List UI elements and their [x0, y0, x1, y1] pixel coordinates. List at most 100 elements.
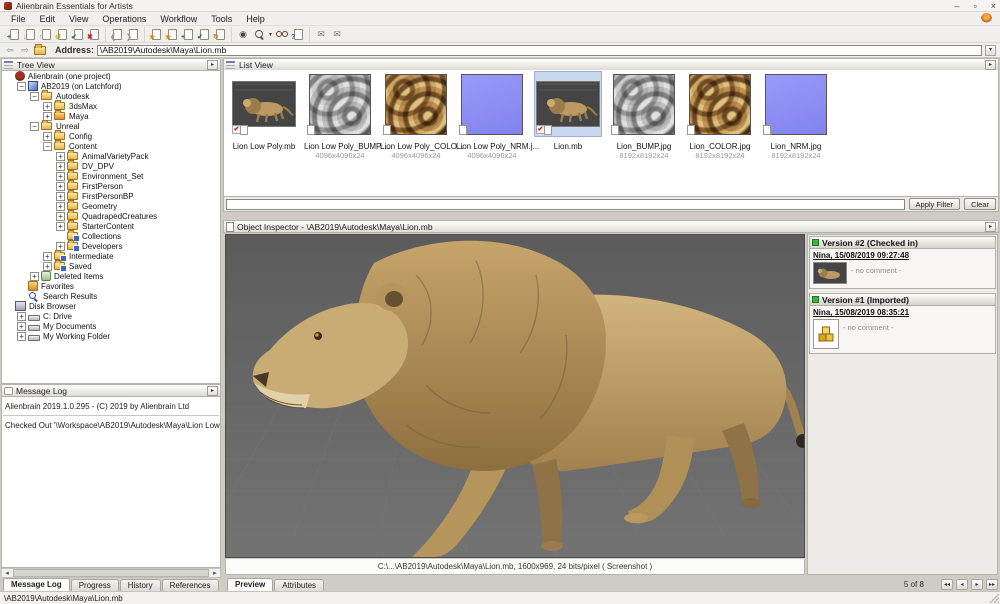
expander-icon[interactable]: +	[56, 202, 65, 211]
back-icon[interactable]: ⇦	[4, 45, 16, 56]
check-out-icon[interactable]: ↓	[22, 27, 38, 41]
tree-item-maya[interactable]: +Maya	[4, 111, 220, 121]
expander-icon[interactable]: +	[17, 332, 26, 341]
thumbnail-box[interactable]	[307, 72, 373, 136]
tab-attributes[interactable]: Attributes	[274, 579, 324, 591]
verify-file-icon[interactable]: ✔	[196, 27, 212, 41]
expander-icon[interactable]: +	[30, 272, 39, 281]
filter-input[interactable]	[226, 199, 905, 210]
menu-workflow[interactable]: Workflow	[153, 13, 204, 25]
list-view-menu-button[interactable]: ▸	[985, 60, 996, 70]
send-mail-icon[interactable]: ✉	[313, 27, 329, 41]
menu-file[interactable]: File	[4, 13, 33, 25]
menu-help[interactable]: Help	[239, 13, 272, 25]
undo-check-out-icon[interactable]: ↺	[54, 27, 70, 41]
tree-item-environment-set[interactable]: +Environment_Set	[4, 171, 220, 181]
zoom-magnifier-icon[interactable]	[251, 27, 267, 41]
expander-icon[interactable]: +	[56, 162, 65, 171]
list-item-lion-low-poly-nrm-j-[interactable]: Lion Low Poly_NRM.j...4096x4096x24	[456, 72, 528, 160]
menu-view[interactable]: View	[62, 13, 95, 25]
tree-item-deleted-items[interactable]: +Deleted Items	[4, 271, 220, 281]
scroll-left-icon[interactable]: ◂	[2, 569, 12, 577]
tree-item-ab2019-on-latchford-[interactable]: −AB2019 (on Latchford)	[4, 81, 220, 91]
add-favorite-icon[interactable]: ★	[148, 27, 164, 41]
tree-view-menu-button[interactable]: ▸	[207, 60, 218, 70]
thumbnail-box[interactable]	[687, 72, 753, 136]
tree-item-dv-dpv[interactable]: +DV_DPV	[4, 161, 220, 171]
tree-item-c-drive[interactable]: +C: Drive	[4, 311, 220, 321]
tree-item-my-documents[interactable]: +My Documents	[4, 321, 220, 331]
expander-icon[interactable]: +	[56, 212, 65, 221]
expander-icon[interactable]: −	[30, 92, 39, 101]
expander-icon[interactable]: +	[56, 192, 65, 201]
list-item-lion-bump-jpg[interactable]: Lion_BUMP.jpg8192x8192x24	[608, 72, 680, 160]
expander-icon[interactable]: +	[43, 262, 52, 271]
tree-item-autodesk[interactable]: −Autodesk	[4, 91, 220, 101]
last-version-button[interactable]: ▸▸	[986, 579, 998, 590]
log-horizontal-scrollbar[interactable]: ◂ ▸	[1, 568, 221, 578]
close-button[interactable]: ×	[991, 1, 996, 11]
expander-icon[interactable]: +	[43, 252, 52, 261]
address-input[interactable]	[97, 45, 982, 56]
expander-icon[interactable]: −	[43, 142, 52, 151]
tree-item-saved[interactable]: +Saved	[4, 261, 220, 271]
version-card-1[interactable]: Version #1 (Imported)Nina, 15/08/2019 08…	[809, 293, 996, 354]
expander-icon[interactable]: +	[43, 132, 52, 141]
expander-icon[interactable]: +	[17, 322, 26, 331]
tree-item-search-results[interactable]: Search Results	[4, 291, 220, 301]
thumbnail-box[interactable]: ✔	[535, 72, 601, 136]
tab-message-log[interactable]: Message Log	[3, 578, 70, 591]
tree-item-disk-browser[interactable]: Disk Browser	[4, 301, 220, 311]
tree-item-geometry[interactable]: +Geometry	[4, 201, 220, 211]
tree-item-alienbrain-one-project-[interactable]: Alienbrain (one project)	[4, 71, 220, 81]
preview-eye-icon[interactable]: ◉	[235, 27, 251, 41]
list-item-lion-nrm-jpg[interactable]: Lion_NRM.jpg8192x8192x24	[760, 72, 832, 160]
up-folder-icon[interactable]	[34, 46, 46, 55]
first-version-button[interactable]: ◂◂	[941, 579, 953, 590]
clear-filter-button[interactable]: Clear	[964, 198, 996, 210]
tree-item-firstpersonbp[interactable]: +FirstPersonBP	[4, 191, 220, 201]
tree-item-my-working-folder[interactable]: +My Working Folder	[4, 331, 220, 341]
previous-version-button[interactable]: ◂	[956, 579, 968, 590]
tab-progress[interactable]: Progress	[71, 579, 119, 591]
edit-file-icon[interactable]: +	[180, 27, 196, 41]
tree-item-firstperson[interactable]: +FirstPerson	[4, 181, 220, 191]
tab-preview[interactable]: Preview	[227, 578, 273, 591]
forward-icon[interactable]: ⇨	[19, 45, 31, 56]
tree-item-collections[interactable]: Collections	[4, 231, 220, 241]
menu-edit[interactable]: Edit	[33, 13, 63, 25]
next-version-button[interactable]: ▸	[971, 579, 983, 590]
version-card-2[interactable]: Version #2 (Checked in)Nina, 15/08/2019 …	[809, 236, 996, 289]
refresh-icon[interactable]: ↻	[212, 27, 228, 41]
list-item-lion-low-poly-mb[interactable]: ✔Lion Low Poly.mb	[228, 72, 300, 151]
expander-icon[interactable]: −	[30, 122, 39, 131]
list-item-lion-low-poly-colo-[interactable]: Lion Low Poly_COLO...4096x4096x24	[380, 72, 452, 160]
maximize-button[interactable]: ▫	[974, 1, 977, 11]
list-item-lion-mb[interactable]: ✔Lion.mb	[532, 72, 604, 151]
menu-tools[interactable]: Tools	[204, 13, 239, 25]
resize-grip[interactable]	[989, 593, 999, 603]
tree-item-content[interactable]: −Content	[4, 141, 220, 151]
list-item-lion-color-jpg[interactable]: Lion_COLOR.jpg8192x8192x24	[684, 72, 756, 160]
help-icon[interactable]: ?	[290, 27, 306, 41]
get-latest-icon[interactable]: ✔	[70, 27, 86, 41]
thumbnail-box[interactable]	[763, 72, 829, 136]
tree-item-unreal[interactable]: −Unreal	[4, 121, 220, 131]
expander-icon[interactable]: +	[17, 312, 26, 321]
expander-icon[interactable]: −	[17, 82, 26, 91]
menu-operations[interactable]: Operations	[95, 13, 153, 25]
scroll-right-icon[interactable]: ▸	[210, 569, 220, 577]
tab-references[interactable]: References	[162, 579, 219, 591]
tree-item-3dsmax[interactable]: +3dsMax	[4, 101, 220, 111]
tree-item-developers[interactable]: +Developers	[4, 241, 220, 251]
thumbnail-box[interactable]	[383, 72, 449, 136]
mail-search-icon[interactable]: ✉	[329, 27, 345, 41]
tree-item-startercontent[interactable]: +StarterContent	[4, 221, 220, 231]
tree-item-config[interactable]: +Config	[4, 131, 220, 141]
copy-icon[interactable]: ❮	[109, 27, 125, 41]
tree-item-animalvarietypack[interactable]: +AnimalVarietyPack	[4, 151, 220, 161]
expander-icon[interactable]: +	[56, 222, 65, 231]
tab-history[interactable]: History	[120, 579, 161, 591]
find-binoculars-icon[interactable]	[274, 27, 290, 41]
expander-icon[interactable]: +	[56, 172, 65, 181]
